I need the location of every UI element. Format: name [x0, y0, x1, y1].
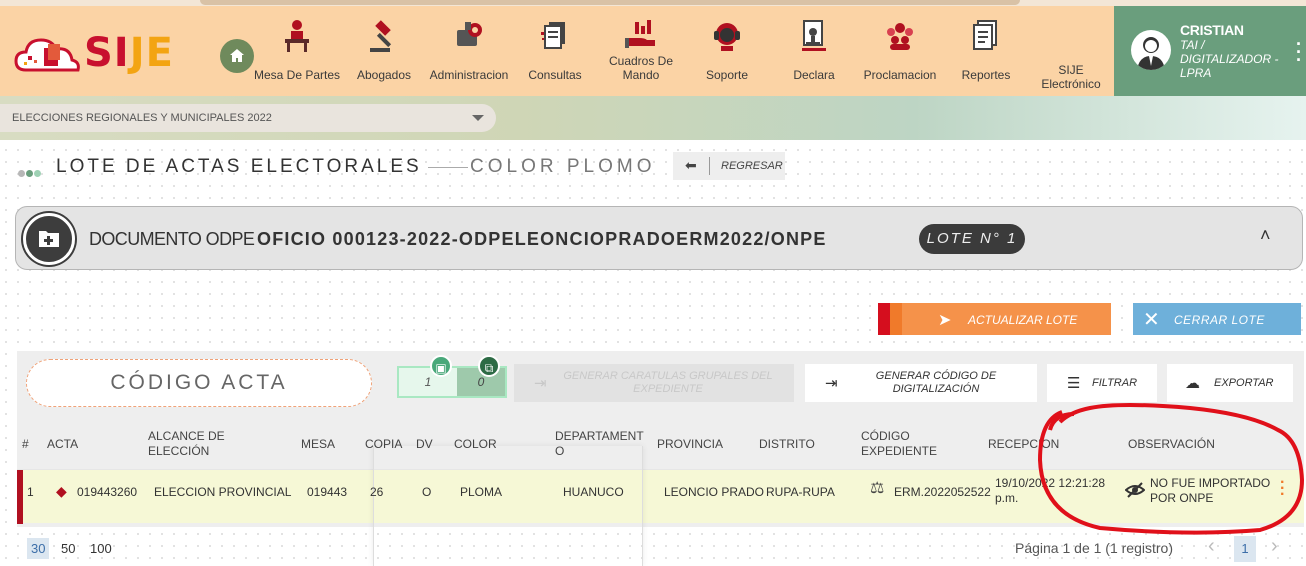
chevron-down-icon [472, 115, 484, 121]
login-icon: ⇥ [534, 375, 547, 392]
send-icon: ➤ [938, 312, 952, 329]
cell-color: PLOMA [460, 485, 503, 499]
cell-alcance: ELECCION PROVINCIAL [154, 485, 292, 499]
page-size-50[interactable]: 50 [57, 538, 79, 559]
th-alcance: ALCANCE DE ELECCIÓN [148, 429, 225, 458]
th-mesa: MESA [301, 437, 336, 451]
user-menu-kebab-icon[interactable]: · · · [1296, 35, 1302, 69]
report-icon [973, 20, 997, 50]
horizontal-scrollbar[interactable] [200, 0, 1020, 5]
lote-badge: LOTE N° 1 [919, 224, 1025, 254]
nav-administracion[interactable]: Administracion [426, 18, 512, 96]
election-select-value: ELECCIONES REGIONALES Y MUNICIPALES 2022 [12, 112, 272, 124]
th-acta: ACTA [47, 437, 79, 451]
codigo-acta-input[interactable]: CÓDIGO ACTA [26, 359, 372, 407]
export-button[interactable]: ☁ EXPORTAR [1167, 364, 1293, 402]
column-overlay [373, 446, 643, 566]
desk-icon [285, 20, 309, 52]
back-arrow-icon: ⬅ [685, 157, 697, 173]
nav-mesa-de-partes[interactable]: Mesa De Partes [252, 18, 342, 96]
stamp-icon [802, 20, 826, 51]
th-codigo: CÓDIGO EXPEDIENTE [861, 429, 938, 458]
close-lote-button[interactable]: ✕ CERRAR LOTE [1133, 303, 1301, 335]
home-icon [230, 49, 244, 62]
user-avatar-icon [1137, 37, 1165, 70]
page-size-100[interactable]: 100 [86, 538, 116, 559]
nav-cuadros-de-mando[interactable]: Cuadros De Mando [600, 18, 682, 96]
row-marker [17, 470, 23, 524]
document-label: DOCUMENTO ODPE [89, 229, 255, 249]
cell-departamento: HUANUCO [563, 485, 624, 499]
cell-acta[interactable]: 019443260 [77, 485, 137, 500]
hand-chart-icon [625, 20, 655, 48]
folder-add-icon [23, 213, 75, 265]
button-stripe [890, 303, 902, 335]
nav-consultas[interactable]: Consultas [522, 18, 588, 96]
gavel-icon: ⚖ [870, 480, 885, 497]
back-separator [709, 157, 710, 175]
people-icon [887, 23, 913, 50]
filter-button[interactable]: ☰ FILTRAR [1047, 364, 1157, 402]
cell-distrito: RUPA-RUPA [766, 485, 835, 499]
cloud-logo-icon [14, 38, 80, 72]
election-select[interactable]: ELECCIONES REGIONALES Y MUNICIPALES 2022 [0, 104, 496, 132]
page-subtitle: COLOR PLOMO [470, 156, 656, 177]
document-number: OFICIO 000123-2022-ODPELEONCIOPRADOERM20… [257, 229, 827, 249]
red-annotation [1037, 403, 1305, 535]
admin-icon [457, 22, 482, 46]
headset-icon [714, 23, 740, 51]
title-divider [428, 167, 468, 168]
avatar [1131, 30, 1171, 70]
nav-soporte[interactable]: Soporte [698, 18, 756, 96]
home-button[interactable] [220, 39, 254, 73]
nav-reportes[interactable]: Reportes [956, 18, 1016, 96]
cell-dv: O [422, 485, 432, 499]
user-role: TAI / DIGITALIZADOR - LPRA [1180, 38, 1279, 80]
nav-declara[interactable]: Declara [786, 18, 842, 96]
documents-icon [541, 22, 565, 49]
chevron-up-icon[interactable]: ˄ [1260, 225, 1271, 246]
brand-name: SIJE [84, 30, 174, 76]
user-panel[interactable]: CRISTIAN TAI / DIGITALIZADOR - LPRA · · · [1114, 6, 1306, 96]
cloud-download-icon: ☁ [1185, 375, 1200, 392]
cell-num: 1 [27, 485, 34, 499]
page-size-30[interactable]: 30 [27, 538, 50, 559]
generate-caratulas-button[interactable]: ⇥ GENERAR CARATULAS GRUPALES DEL EXPEDIE… [514, 364, 794, 402]
user-name: CRISTIAN [1180, 22, 1244, 38]
cell-copia: 26 [370, 485, 384, 499]
close-icon: ✕ [1143, 309, 1160, 331]
cell-mesa: 019443 [307, 485, 348, 499]
update-lote-button[interactable]: ➤ ACTUALIZAR LOTE [878, 303, 1111, 335]
title-dots [18, 164, 42, 182]
th-provincia: PROVINCIA [657, 437, 724, 451]
nav-abogados[interactable]: Abogados [350, 18, 418, 96]
image-badge-icon: ▣ [430, 355, 452, 377]
gavel-icon [370, 20, 392, 52]
th-num: # [22, 437, 29, 451]
page-title: LOTE DE ACTAS ELECTORALES [56, 156, 422, 177]
button-stripe [878, 303, 890, 335]
document-panel[interactable]: DOCUMENTO ODPE OFICIO 000123-2022-ODPELE… [15, 206, 1303, 270]
pagination-info: Página 1 de 1 (1 registro) [1015, 540, 1173, 556]
copy-badge-icon: ⧉ [478, 355, 500, 377]
sije-logo[interactable]: SIJE [14, 28, 224, 78]
app-header: SIJE Mesa De Partes Abogados Administrac… [0, 6, 1114, 96]
login-icon: ⇥ [825, 375, 838, 392]
cell-provincia: LEONCIO PRADO [664, 485, 765, 499]
th-distrito: DISTRITO [759, 437, 815, 451]
filter-icon: ☰ [1067, 375, 1081, 392]
cell-codigo[interactable]: ERM.2022052522 [894, 485, 991, 500]
layers-icon: ◆ [56, 483, 67, 499]
nav-sije-electronico[interactable]: SIJE Electrónico [1032, 18, 1110, 96]
nav-proclamacion[interactable]: Proclamacion [858, 18, 942, 96]
back-button[interactable]: ⬅ REGRESAR [673, 152, 785, 180]
generate-code-button[interactable]: ⇥ GENERAR CÓDIGO DE DIGITALIZACIÓN [805, 364, 1037, 402]
